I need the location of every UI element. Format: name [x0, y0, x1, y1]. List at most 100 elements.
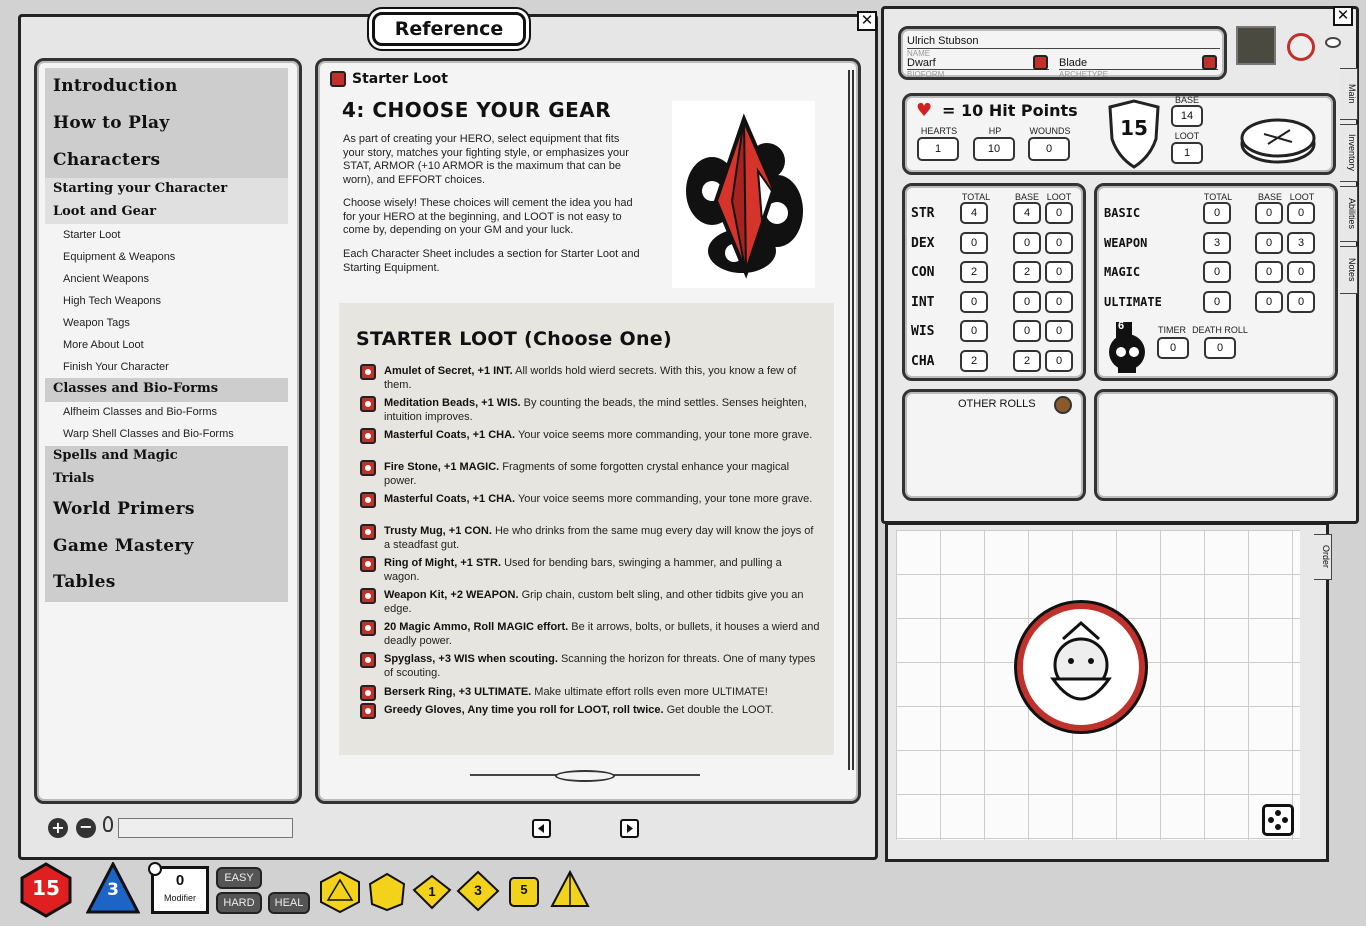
effort-total-field[interactable]: 0 — [1203, 291, 1231, 313]
nav-equipment-weapons[interactable]: Equipment & Weapons — [63, 251, 175, 263]
tab-abilities[interactable]: Abilities — [1340, 186, 1358, 242]
nav-more-about-loot[interactable]: More About Loot — [63, 339, 144, 351]
loot-link-icon[interactable] — [360, 556, 376, 572]
search-icon[interactable] — [103, 816, 113, 832]
d4-icon[interactable] — [550, 870, 590, 908]
loot-link-icon[interactable] — [360, 364, 376, 380]
effort-name[interactable]: ULTIMATE — [1104, 295, 1162, 309]
effort-base-field[interactable]: 0 — [1255, 232, 1283, 254]
edit-icon[interactable] — [1054, 396, 1072, 414]
effort-name[interactable]: BASIC — [1104, 206, 1140, 220]
stat-total-field[interactable]: 4 — [960, 202, 988, 224]
nav-game-mastery[interactable]: Game Mastery — [53, 536, 194, 556]
nav-warp-shell-classes[interactable]: Warp Shell Classes and Bio-Forms — [63, 428, 234, 440]
d12-icon[interactable] — [366, 872, 408, 912]
hard-button[interactable]: HARD — [216, 892, 262, 914]
archetype-value[interactable]: Blade — [1059, 57, 1087, 69]
armor-base-field[interactable]: 14 — [1171, 105, 1203, 127]
hp-field[interactable]: 10 — [973, 137, 1015, 161]
stat-total-field[interactable]: 2 — [960, 261, 988, 283]
prev-page-button[interactable] — [532, 819, 551, 838]
stat-loot-field[interactable]: 0 — [1045, 261, 1073, 283]
effort-base-field[interactable]: 0 — [1255, 202, 1283, 224]
nav-weapon-tags[interactable]: Weapon Tags — [63, 317, 130, 329]
loot-item[interactable]: Spyglass, +3 WIS when scouting. Scanning… — [360, 652, 820, 680]
nav-spells-and-magic[interactable]: Spells and Magic — [53, 448, 178, 463]
loot-link-icon[interactable] — [360, 396, 376, 412]
effort-base-field[interactable]: 0 — [1255, 261, 1283, 283]
loot-link-icon[interactable] — [360, 620, 376, 636]
remove-icon[interactable]: − — [76, 818, 96, 838]
next-page-button[interactable] — [620, 819, 639, 838]
loot-link-icon[interactable] — [360, 492, 376, 508]
stat-name[interactable]: WIS — [911, 324, 934, 339]
portrait[interactable] — [1236, 26, 1276, 65]
armor-loot-field[interactable]: 1 — [1171, 142, 1203, 164]
stat-name[interactable]: STR — [911, 206, 934, 221]
effort-loot-field[interactable]: 0 — [1287, 291, 1315, 313]
stat-base-field[interactable]: 2 — [1013, 261, 1041, 283]
tab-inventory[interactable]: Inventory — [1340, 124, 1358, 182]
bioform-value[interactable]: Dwarf — [907, 57, 936, 69]
loot-item[interactable]: Ring of Might, +1 STR. Used for bending … — [360, 556, 820, 584]
stat-loot-field[interactable]: 0 — [1045, 320, 1073, 342]
tab-order[interactable]: Order — [1314, 534, 1332, 580]
timer-field[interactable]: 0 — [1157, 337, 1189, 359]
loot-item[interactable]: Trusty Mug, +1 CON. He who drinks from t… — [360, 524, 820, 552]
nav-starter-loot[interactable]: Starter Loot — [63, 229, 120, 241]
loot-link-icon[interactable] — [360, 588, 376, 604]
effort-total-field[interactable]: 0 — [1203, 202, 1231, 224]
nav-characters[interactable]: Characters — [53, 150, 160, 170]
loot-item[interactable]: 20 Magic Ammo, Roll MAGIC effort. Be it … — [360, 620, 820, 648]
armor-value[interactable]: 15 — [1116, 116, 1152, 140]
bioform-link-icon[interactable] — [1033, 55, 1048, 70]
easy-button[interactable]: EASY — [216, 867, 262, 889]
tab-notes[interactable]: Notes — [1340, 246, 1358, 294]
effort-loot-field[interactable]: 3 — [1287, 232, 1315, 254]
effort-loot-field[interactable]: 0 — [1287, 202, 1315, 224]
dice-tray-button[interactable] — [1262, 804, 1294, 836]
add-icon[interactable]: + — [48, 818, 68, 838]
loot-item[interactable]: Masterful Coats, +1 CHA. Your voice seem… — [360, 492, 820, 506]
stat-name[interactable]: CHA — [911, 354, 934, 369]
nav-tables[interactable]: Tables — [53, 572, 116, 592]
nav-alfheim-classes[interactable]: Alfheim Classes and Bio-Forms — [63, 406, 217, 418]
stat-base-field[interactable]: 4 — [1013, 202, 1041, 224]
effort-total-field[interactable]: 3 — [1203, 232, 1231, 254]
effort-base-field[interactable]: 0 — [1255, 291, 1283, 313]
sheet-close-button[interactable] — [1333, 6, 1353, 26]
token-avatar[interactable] — [1287, 33, 1315, 61]
nav-trials[interactable]: Trials — [53, 471, 94, 486]
stat-loot-field[interactable]: 0 — [1045, 202, 1073, 224]
loot-item[interactable]: Greedy Gloves, Any time you roll for LOO… — [360, 703, 820, 717]
death-roll-field[interactable]: 0 — [1204, 337, 1236, 359]
nav-world-primers[interactable]: World Primers — [53, 499, 195, 519]
loot-item[interactable]: Berserk Ring, +3 ULTIMATE. Make ultimate… — [360, 685, 820, 699]
stat-base-field[interactable]: 0 — [1013, 320, 1041, 342]
d20-icon[interactable] — [318, 870, 362, 914]
stat-total-field[interactable]: 0 — [960, 320, 988, 342]
stat-name[interactable]: DEX — [911, 236, 934, 251]
effort-total-field[interactable]: 0 — [1203, 261, 1231, 283]
nav-loot-and-gear[interactable]: Loot and Gear — [53, 204, 156, 219]
loot-link-icon[interactable] — [360, 652, 376, 668]
skull-die-icon[interactable] — [1102, 322, 1152, 374]
stat-name[interactable]: INT — [911, 295, 934, 310]
reference-search-input[interactable] — [118, 818, 293, 838]
stat-base-field[interactable]: 2 — [1013, 350, 1041, 372]
loot-link-icon[interactable] — [360, 703, 376, 719]
loot-item[interactable]: Fire Stone, +1 MAGIC. Fragments of some … — [360, 460, 820, 488]
loot-link-icon[interactable] — [360, 685, 376, 701]
effort-name[interactable]: MAGIC — [1104, 265, 1140, 279]
nav-classes-bioforms[interactable]: Classes and Bio-Forms — [53, 381, 218, 396]
loot-item[interactable]: Weapon Kit, +2 WEAPON. Grip chain, custo… — [360, 588, 820, 616]
stat-name[interactable]: CON — [911, 265, 934, 280]
loot-item[interactable]: Masterful Coats, +1 CHA. Your voice seem… — [360, 428, 820, 442]
scrollbar[interactable] — [848, 70, 854, 770]
nav-finish-your-character[interactable]: Finish Your Character — [63, 361, 169, 373]
reference-close-button[interactable] — [857, 11, 877, 31]
archetype-link-icon[interactable] — [1202, 55, 1217, 70]
loot-link-icon[interactable] — [360, 460, 376, 476]
stat-total-field[interactable]: 2 — [960, 350, 988, 372]
chat-icon[interactable] — [1325, 37, 1341, 48]
